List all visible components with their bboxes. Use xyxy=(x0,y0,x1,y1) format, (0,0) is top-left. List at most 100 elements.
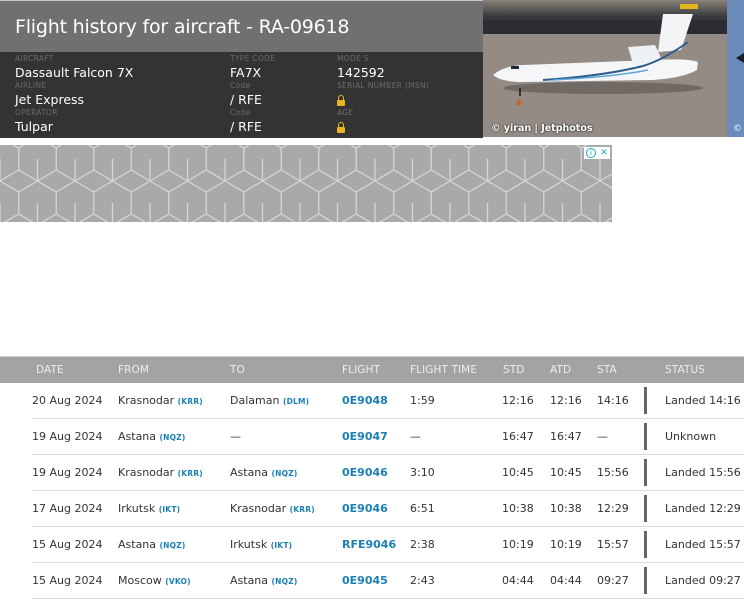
from-airport-code[interactable]: (NQZ) xyxy=(160,541,186,550)
aircraft-value: Dassault Falcon 7X xyxy=(15,65,134,80)
cell-date: 15 Aug 2024 xyxy=(32,574,103,587)
cell-to: Krasnodar (KRR) xyxy=(230,491,315,527)
msn-value xyxy=(337,91,429,108)
cell-atd: 12:16 xyxy=(550,394,582,407)
table-row[interactable]: 15 Aug 2024 Astana (NQZ) Irkutsk (IKT) R… xyxy=(32,527,744,563)
cell-to: Astana (NQZ) xyxy=(230,563,297,599)
cell-std: 12:16 xyxy=(502,394,534,407)
table-row[interactable]: 15 Aug 2024 Moscow (VKO) Astana (NQZ) 0E… xyxy=(32,563,744,599)
airline-code-value: / RFE xyxy=(230,92,262,107)
table-row[interactable]: 19 Aug 2024 Astana (NQZ) — 0E9047 — 16:4… xyxy=(32,419,744,455)
ad-info-icon[interactable]: i xyxy=(586,148,596,158)
from-airport-code[interactable]: (IKT) xyxy=(159,505,181,514)
from-city: Moscow xyxy=(118,574,162,587)
col-header-date: DATE xyxy=(36,364,64,376)
photo-credit[interactable]: © yiran | Jetphotos xyxy=(491,123,593,134)
status-divider xyxy=(644,459,647,486)
to-airport-code[interactable]: (DLM) xyxy=(283,397,309,406)
to-airport-code[interactable]: (IKT) xyxy=(271,541,293,550)
cell-sta: 12:29 xyxy=(597,502,629,515)
cell-date: 19 Aug 2024 xyxy=(32,430,103,443)
cell-flight-link[interactable]: 0E9047 xyxy=(342,419,388,454)
cell-flight-time: — xyxy=(410,430,421,443)
next-photo-preview[interactable]: © xyxy=(727,0,744,137)
cell-date: 20 Aug 2024 xyxy=(32,394,103,407)
cell-flight-time: 3:10 xyxy=(410,466,435,479)
cell-status: Landed 14:16 xyxy=(665,394,741,407)
aircraft-photo[interactable]: © yiran | Jetphotos xyxy=(483,0,727,137)
col-header-flight: FLIGHT xyxy=(342,364,381,376)
cell-sta: 09:27 xyxy=(597,574,629,587)
col-header-atd: ATD xyxy=(550,364,572,376)
operator-code-value: / RFE xyxy=(230,119,262,134)
cell-sta: 15:56 xyxy=(597,466,629,479)
cell-std: 10:45 xyxy=(502,466,534,479)
to-city: Astana xyxy=(230,466,269,479)
ad-pattern-lines xyxy=(0,145,612,222)
cell-flight-link[interactable]: 0E9048 xyxy=(342,383,388,418)
msn-label: SERIAL NUMBER (MSN) xyxy=(337,81,430,90)
lock-icon[interactable] xyxy=(337,95,345,106)
col-header-std: STD xyxy=(503,364,525,376)
aircraft-image xyxy=(483,4,727,137)
age-label: AGE xyxy=(337,108,354,117)
airline-label: AIRLINE xyxy=(15,81,47,90)
from-airport-code[interactable]: (NQZ) xyxy=(160,433,186,442)
next-photo-shape xyxy=(736,53,744,63)
status-divider xyxy=(644,495,647,522)
cell-to: Irkutsk (IKT) xyxy=(230,527,292,563)
from-airport-code[interactable]: (KRR) xyxy=(178,397,203,406)
cell-status: Landed 15:57 xyxy=(665,538,741,551)
cell-flight-time: 2:38 xyxy=(410,538,435,551)
to-airport-code[interactable]: (NQZ) xyxy=(272,577,298,586)
cell-from: Astana (NQZ) xyxy=(118,419,185,455)
cell-atd: 16:47 xyxy=(550,430,582,443)
cell-flight-link[interactable]: 0E9045 xyxy=(342,563,388,598)
mode-s-label: MODE S xyxy=(337,54,369,63)
to-airport-code[interactable]: (KRR) xyxy=(290,505,315,514)
lock-icon[interactable] xyxy=(337,122,345,133)
flight-history-table: DATE FROM TO FLIGHT FLIGHT TIME STD ATD … xyxy=(0,356,744,599)
ad-pattern xyxy=(0,145,612,222)
cell-flight-time: 6:51 xyxy=(410,502,435,515)
table-row[interactable]: 20 Aug 2024 Krasnodar (KRR) Dalaman (DLM… xyxy=(32,383,744,419)
cell-std: 10:19 xyxy=(502,538,534,551)
status-divider xyxy=(644,567,647,594)
from-city: Krasnodar xyxy=(118,394,175,407)
col-header-from: FROM xyxy=(118,364,150,376)
cell-atd: 10:45 xyxy=(550,466,582,479)
to-city: Dalaman xyxy=(230,394,280,407)
cell-std: 10:38 xyxy=(502,502,534,515)
ad-close-icon[interactable]: ✕ xyxy=(598,147,610,159)
aircraft-label: AIRCRAFT xyxy=(15,54,54,63)
col-header-flight-time: FLIGHT TIME xyxy=(410,364,478,376)
table-header: DATE FROM TO FLIGHT FLIGHT TIME STD ATD … xyxy=(0,356,744,383)
cell-flight-link[interactable]: 0E9046 xyxy=(342,455,388,490)
cell-from: Irkutsk (IKT) xyxy=(118,491,180,527)
cell-status: Landed 15:56 xyxy=(665,466,741,479)
table-row[interactable]: 19 Aug 2024 Krasnodar (KRR) Astana (NQZ)… xyxy=(32,455,744,491)
from-airport-code[interactable]: (KRR) xyxy=(178,469,203,478)
cell-atd: 04:44 xyxy=(550,574,582,587)
details-column-1: AIRCRAFT Dassault Falcon 7X AIRLINE Jet … xyxy=(15,54,133,135)
cell-status: Unknown xyxy=(665,430,717,443)
col-header-status: STATUS xyxy=(665,364,705,376)
cell-sta: — xyxy=(597,430,608,443)
ad-banner[interactable]: i ✕ xyxy=(0,145,612,222)
operator-value[interactable]: Tulpar xyxy=(15,118,133,135)
col-header-sta: STA xyxy=(597,364,617,376)
cell-from: Krasnodar (KRR) xyxy=(118,455,203,491)
cell-flight-link[interactable]: 0E9046 xyxy=(342,491,388,526)
cell-sta: 14:16 xyxy=(597,394,629,407)
from-city: Astana xyxy=(118,430,157,443)
table-row[interactable]: 17 Aug 2024 Irkutsk (IKT) Krasnodar (KRR… xyxy=(32,491,744,527)
to-airport-code[interactable]: (NQZ) xyxy=(272,469,298,478)
cell-to: Astana (NQZ) xyxy=(230,455,297,491)
from-airport-code[interactable]: (VKO) xyxy=(165,577,191,586)
page-title: Flight history for aircraft - RA-09618 xyxy=(15,15,350,38)
cell-flight-link[interactable]: RFE9046 xyxy=(342,527,396,562)
airline-value[interactable]: Jet Express xyxy=(15,91,133,108)
cell-status: Landed 09:27 xyxy=(665,574,741,587)
cell-to: Dalaman (DLM) xyxy=(230,383,309,419)
operator-label: OPERATOR xyxy=(15,108,58,117)
